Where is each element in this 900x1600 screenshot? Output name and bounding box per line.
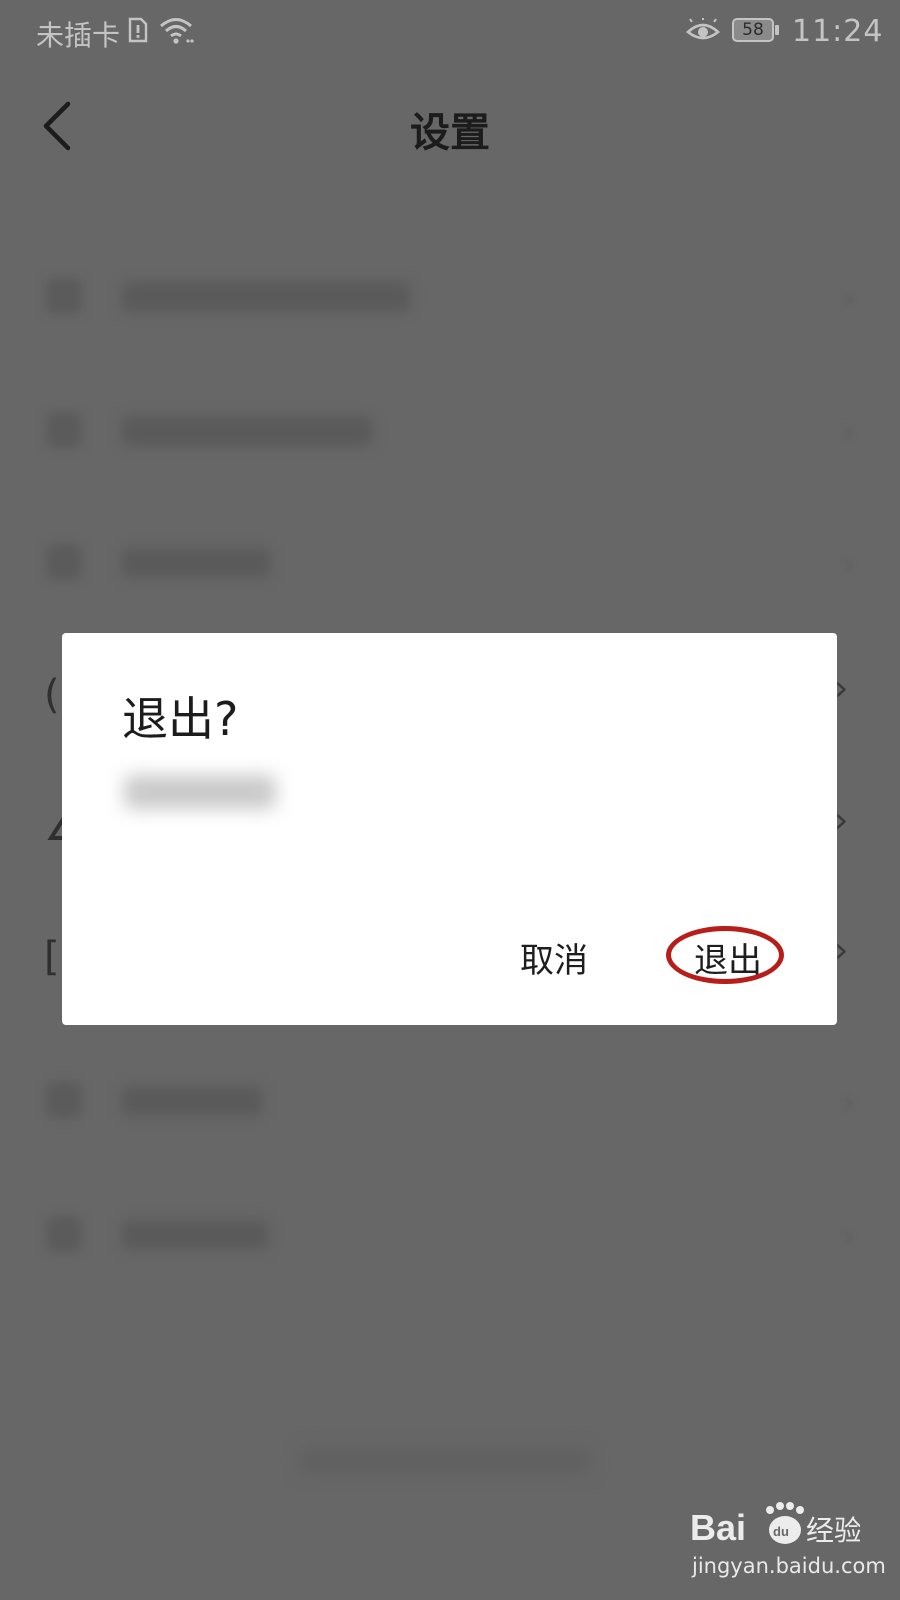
chevron-right-icon: › bbox=[841, 1216, 856, 1257]
chevron-right-icon: › bbox=[841, 412, 856, 453]
list-item-icon bbox=[46, 278, 82, 314]
list-item-icon bbox=[46, 544, 82, 580]
list-item[interactable]: › bbox=[40, 266, 860, 326]
svg-text:经验: 经验 bbox=[806, 1514, 860, 1547]
settings-screen: 未插卡 58 11:24 设置 › › › ([› › › › › 退出? … bbox=[0, 0, 900, 1600]
cancel-button[interactable]: 取消 bbox=[520, 933, 588, 982]
list-item[interactable]: › bbox=[40, 1204, 860, 1264]
list-item-label bbox=[122, 1086, 262, 1116]
list-item[interactable]: › bbox=[40, 1070, 860, 1130]
watermark: Bai du 经验 jingyan.baidu.com bbox=[690, 1500, 890, 1590]
chevron-right-icon: › bbox=[834, 800, 849, 841]
svg-text:du: du bbox=[773, 1524, 789, 1539]
dialog-message bbox=[124, 775, 276, 809]
chevron-right-icon: › bbox=[841, 544, 856, 585]
list-item[interactable]: › bbox=[40, 400, 860, 460]
list-item-icon-edge: ( bbox=[44, 672, 60, 718]
highlight-ring bbox=[666, 926, 784, 984]
list-item-icon-edge: [ bbox=[44, 934, 60, 980]
list-item-icon bbox=[46, 412, 82, 448]
list-item-label bbox=[122, 1220, 268, 1250]
dialog-title: 退出? bbox=[122, 692, 239, 746]
svg-text:Bai: Bai bbox=[690, 1507, 746, 1548]
watermark-site: jingyan.baidu.com bbox=[692, 1554, 886, 1578]
list-item-icon bbox=[46, 1082, 82, 1118]
baidu-logo: Bai du 经验 bbox=[690, 1502, 860, 1548]
chevron-right-icon: › bbox=[841, 1082, 856, 1123]
list-item-label bbox=[122, 548, 270, 578]
chevron-right-icon: › bbox=[841, 278, 856, 319]
chevron-right-icon: › bbox=[834, 668, 849, 709]
list-item-icon bbox=[46, 1216, 82, 1252]
list-item-label bbox=[122, 282, 410, 312]
chevron-right-icon: › bbox=[834, 930, 849, 971]
list-item-label bbox=[122, 416, 372, 446]
footer-text bbox=[300, 1448, 590, 1474]
list-item[interactable]: › bbox=[40, 532, 860, 592]
